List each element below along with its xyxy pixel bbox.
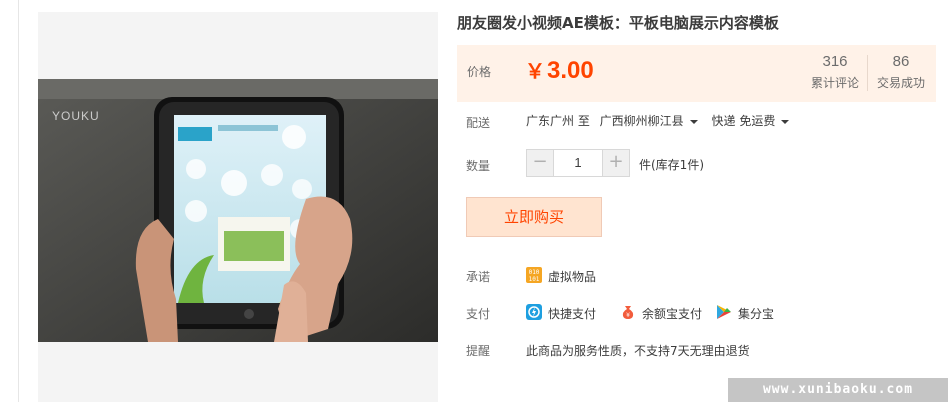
virtual-goods-icon: 010 101 <box>526 267 542 283</box>
svg-text:010: 010 <box>529 269 540 276</box>
review-count-label: 累计评论 <box>810 76 859 90</box>
left-divider <box>18 0 19 402</box>
payment-label: 支付 <box>466 307 491 321</box>
reminder-label: 提醒 <box>466 344 491 358</box>
promise-text: 虚拟物品 <box>548 270 597 284</box>
quick-pay-icon <box>526 304 542 320</box>
payment-method-name: 快捷支付 <box>548 307 597 321</box>
buy-now-button[interactable]: 立即购买 <box>466 197 602 237</box>
destination-select[interactable]: 广西柳州柳江县 <box>600 112 708 129</box>
chevron-down-icon <box>781 119 790 124</box>
shipping-label: 配送 <box>466 116 491 130</box>
shipping-origin: 广东广州 至 <box>526 114 590 128</box>
deal-count-stat[interactable]: 86 交易成功 <box>873 53 929 91</box>
destination-value: 广西柳州柳江县 <box>599 114 684 128</box>
product-video[interactable]: YOUKU <box>38 79 438 342</box>
reminder-text: 此商品为服务性质，不支持7天无理由退货 <box>526 344 750 358</box>
review-count: 316 <box>822 53 848 70</box>
payment-method-name: 集分宝 <box>738 307 775 321</box>
price-label: 价格 <box>467 65 492 79</box>
site-watermark: www.xunibaoku.com <box>728 378 948 402</box>
quantity-label: 数量 <box>466 159 491 173</box>
quantity-stepper: − 1 + <box>526 149 630 177</box>
deal-count-label: 交易成功 <box>876 76 925 90</box>
svg-text:101: 101 <box>529 276 540 283</box>
currency-symbol: ￥ <box>525 61 545 83</box>
site-watermark-text: www.xunibaoku.com <box>762 382 914 397</box>
shipping-method-value: 快递 免运费 <box>711 114 776 128</box>
review-count-stat[interactable]: 316 累计评论 <box>809 53 861 91</box>
svg-text:¥: ¥ <box>626 312 630 319</box>
product-media-panel: YOUKU <box>38 12 438 402</box>
yuebao-icon: ¥ <box>622 306 634 319</box>
payment-method-name: 余额宝支付 <box>642 307 703 321</box>
product-title: 朋友圈发小视频AE模板：平板电脑展示内容模板 <box>457 14 779 32</box>
stat-divider <box>867 55 868 91</box>
shipping-method-select[interactable]: 快递 免运费 <box>712 112 800 129</box>
deal-count: 86 <box>892 53 910 70</box>
stock-info: 件(库存1件) <box>639 158 704 172</box>
chevron-down-icon <box>689 119 698 124</box>
shipping-options: 广东广州 至 广西柳州柳江县 快递 免运费 <box>526 112 799 129</box>
price-amount: 3.00 <box>547 57 594 84</box>
jifenbao-icon <box>717 305 731 319</box>
decrease-quantity-button[interactable]: − <box>527 150 553 176</box>
price-panel: 价格 ￥3.00 316 累计评论 86 交易成功 <box>457 45 936 102</box>
price-value: ￥3.00 <box>525 55 594 85</box>
increase-quantity-button[interactable]: + <box>603 150 629 176</box>
promise-label: 承诺 <box>466 270 491 284</box>
video-source-watermark: YOUKU <box>52 109 100 123</box>
quantity-input[interactable]: 1 <box>553 150 603 176</box>
